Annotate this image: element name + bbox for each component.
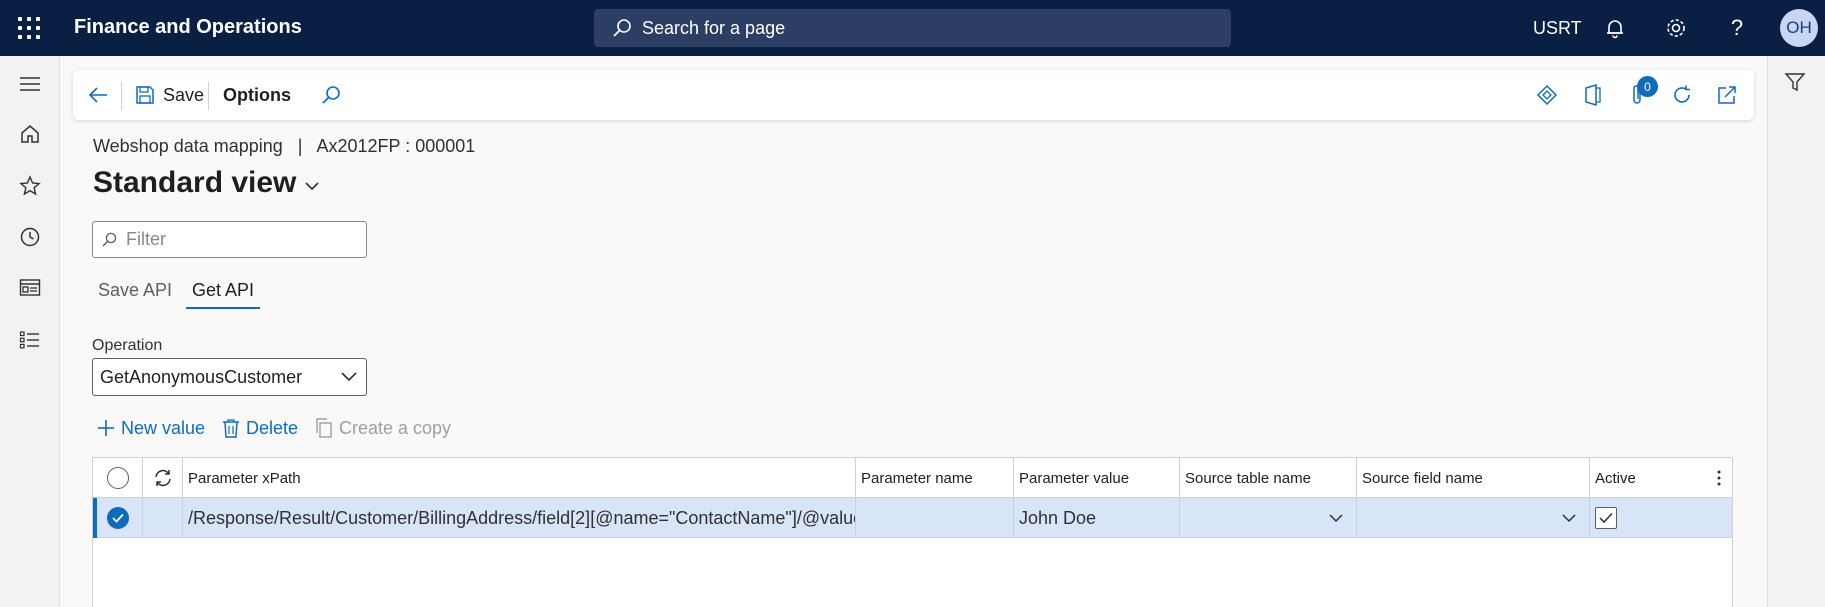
right-pane bbox=[1767, 56, 1825, 607]
operation-value: GetAnonymousCustomer bbox=[100, 366, 303, 387]
search-placeholder: Search for a page bbox=[642, 17, 786, 38]
search-icon bbox=[102, 232, 117, 247]
chevron-down-icon bbox=[1329, 514, 1343, 523]
create-copy-button[interactable]: Create a copy bbox=[315, 414, 451, 442]
gear-icon[interactable] bbox=[1662, 14, 1690, 42]
data-grid: Parameter xPath Parameter name Parameter… bbox=[92, 457, 1733, 607]
select-all-radio bbox=[106, 467, 129, 489]
row-selected-radio bbox=[106, 507, 129, 529]
save-button[interactable]: Save bbox=[135, 70, 204, 120]
list-icon[interactable] bbox=[17, 327, 43, 353]
operation-select[interactable]: GetAnonymousCustomer bbox=[92, 358, 367, 396]
page-search-input[interactable]: Search for a page bbox=[594, 9, 1231, 47]
grid-header: Parameter xPath Parameter name Parameter… bbox=[93, 458, 1732, 498]
filter-pane-icon[interactable] bbox=[1784, 71, 1806, 98]
star-icon[interactable] bbox=[17, 173, 43, 199]
search-icon bbox=[322, 86, 340, 104]
operation-label: Operation bbox=[92, 337, 163, 354]
options-tab[interactable]: Options bbox=[223, 70, 291, 120]
attachments-count-badge: 0 bbox=[1637, 76, 1658, 97]
source-table-name-select[interactable] bbox=[1180, 498, 1357, 538]
new-value-button[interactable]: New value bbox=[97, 414, 205, 442]
tab-get-api[interactable]: Get API bbox=[186, 280, 261, 309]
delete-button[interactable]: Delete bbox=[222, 414, 298, 442]
column-header-parameter-value[interactable]: Parameter value bbox=[1014, 458, 1180, 498]
chevron-down-icon bbox=[1562, 514, 1576, 523]
select-all-checkbox[interactable] bbox=[93, 458, 143, 498]
avatar[interactable]: OH bbox=[1780, 9, 1818, 47]
column-header-parameter-xpath[interactable]: Parameter xPath bbox=[183, 458, 856, 498]
parameter-name-cell[interactable] bbox=[856, 498, 1014, 538]
action-pane: Save Options bbox=[73, 70, 1754, 120]
filter-placeholder: Filter bbox=[126, 229, 166, 249]
trash-icon bbox=[223, 419, 239, 438]
office-icon[interactable] bbox=[1579, 82, 1605, 108]
save-icon bbox=[136, 86, 154, 104]
help-icon[interactable]: ? bbox=[1723, 14, 1751, 42]
row-select-checkbox[interactable] bbox=[93, 498, 143, 538]
save-label: Save bbox=[163, 84, 205, 105]
row-refresh-cell bbox=[143, 498, 183, 538]
clock-icon[interactable] bbox=[17, 224, 43, 250]
breadcrumb: Webshop data mapping | Ax2012FP : 000001 bbox=[93, 136, 476, 156]
create-copy-label: Create a copy bbox=[339, 417, 452, 438]
new-value-label: New value bbox=[121, 417, 206, 438]
sync-icon bbox=[154, 469, 171, 487]
search-icon bbox=[613, 19, 631, 37]
source-field-name-select[interactable] bbox=[1357, 498, 1590, 538]
grid-refresh-button[interactable] bbox=[143, 458, 183, 498]
checkmark-icon bbox=[1599, 512, 1613, 524]
column-header-source-table-name[interactable]: Source table name bbox=[1180, 458, 1357, 498]
home-icon[interactable] bbox=[17, 121, 43, 147]
column-header-parameter-name[interactable]: Parameter name bbox=[856, 458, 1014, 498]
back-button[interactable] bbox=[87, 70, 109, 120]
column-header-active[interactable]: Active bbox=[1590, 458, 1732, 498]
plus-icon bbox=[98, 420, 114, 436]
app-launcher-icon[interactable] bbox=[18, 17, 40, 39]
column-header-source-field-name[interactable]: Source field name bbox=[1357, 458, 1590, 498]
page-title: Standard view bbox=[93, 166, 297, 199]
chevron-down-icon bbox=[305, 182, 319, 191]
company-selector[interactable]: USRT bbox=[1533, 18, 1582, 39]
app-title[interactable]: Finance and Operations bbox=[74, 16, 302, 39]
view-selector[interactable]: Standard view bbox=[93, 166, 320, 200]
back-arrow-icon bbox=[88, 87, 107, 103]
power-apps-icon[interactable] bbox=[1534, 82, 1560, 108]
active-cell bbox=[1590, 498, 1732, 538]
top-bar: Finance and Operations Search for a page… bbox=[0, 0, 1825, 56]
delete-label: Delete bbox=[246, 417, 299, 438]
table-row[interactable]: /Response/Result/Customer/BillingAddress… bbox=[93, 498, 1732, 538]
tab-save-api[interactable]: Save API bbox=[98, 280, 172, 307]
parameter-xpath-cell[interactable]: /Response/Result/Customer/BillingAddress… bbox=[183, 498, 856, 538]
action-search-button[interactable] bbox=[321, 70, 341, 120]
workspace-icon[interactable] bbox=[17, 275, 43, 301]
filter-input[interactable]: Filter bbox=[92, 221, 367, 258]
parameter-value-cell[interactable]: John Doe bbox=[1014, 498, 1180, 538]
open-new-window-icon[interactable] bbox=[1714, 82, 1740, 108]
bell-icon[interactable] bbox=[1601, 14, 1629, 42]
active-checkbox[interactable] bbox=[1595, 507, 1617, 529]
left-navigation bbox=[0, 56, 60, 607]
hamburger-icon[interactable] bbox=[17, 71, 43, 97]
chevron-down-icon bbox=[341, 372, 357, 382]
refresh-icon[interactable] bbox=[1669, 82, 1695, 108]
copy-icon bbox=[316, 418, 332, 438]
more-options-icon[interactable] bbox=[1716, 469, 1722, 487]
